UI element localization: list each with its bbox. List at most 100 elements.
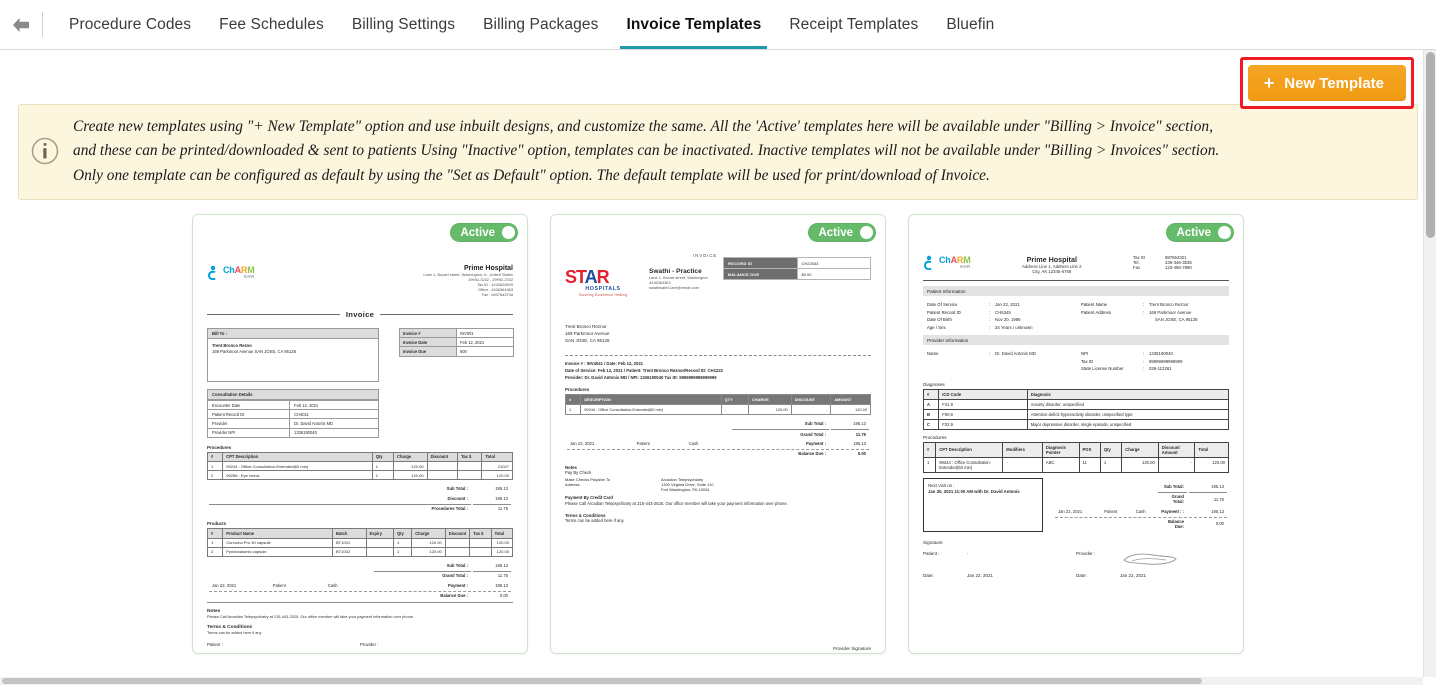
status-toggle-active[interactable]: Active (450, 223, 518, 242)
back-arrow-icon (13, 17, 29, 32)
table-row: 1 99244 : Office Consultation-Extended(6… (206, 461, 513, 472)
template-card[interactable]: Active ChARM EHR (192, 214, 528, 654)
action-bar: + New Template (0, 50, 1436, 109)
total-value: 11.75 (831, 429, 869, 437)
vertical-scrollbar[interactable] (1423, 50, 1436, 677)
info-key: Age / Sex (927, 324, 946, 330)
cell (444, 537, 471, 548)
toggle-knob (502, 226, 515, 239)
address-row: Address 1300 Virginia Drive, Suite 110 F… (565, 482, 871, 492)
products-label: Products (207, 521, 227, 527)
tab-billing-packages[interactable]: Billing Packages (469, 0, 612, 49)
template-card[interactable]: Active INVOICE RECORD ID CH22533 BALANCE … (550, 214, 886, 654)
col-charge: CHARGE (748, 393, 792, 405)
patient-line-2: SAN JOSE, CA 95128 (565, 338, 610, 344)
info-key: Date Of Birth (927, 317, 952, 323)
star-hospitals-logo: STAR HOSPITALS Touching Excellence Heali… (565, 268, 641, 297)
provider-signature-icon (1123, 553, 1177, 565)
products-totals: Sub Total : 195.13 Grand Total :11.75 Jan… (207, 560, 513, 602)
back-button[interactable] (0, 0, 42, 49)
cell: 120.00 (490, 537, 514, 548)
total-key: Balance Due: (1157, 516, 1187, 530)
table-row: RECORD ID CH22533 (723, 256, 871, 270)
info-key: Date Of Service (927, 302, 958, 307)
tab-fee-schedules[interactable]: Fee Schedules (205, 0, 338, 49)
table-row: Provider Dr. David Antonis MD (206, 418, 379, 429)
toggle-knob (860, 226, 873, 239)
col-discount: Discount (444, 528, 471, 539)
cell: 2 (206, 470, 224, 481)
total-value: 11.75 (473, 571, 511, 579)
consultation-header: Consultation Details (207, 389, 379, 400)
total-value: 195.13 (495, 582, 508, 588)
cell (444, 546, 471, 557)
col-description: DESCRIPTION (580, 393, 722, 405)
payment-date: Jan 22, 2021 (1058, 508, 1083, 514)
notes-text: Please Call Arcadian Telepsychiatry at 2… (207, 614, 415, 620)
logo-ch: Ch (939, 254, 951, 265)
col-qty: QTY (720, 393, 750, 405)
payment-method: Cash (1135, 508, 1146, 514)
status-toggle-active[interactable]: Active (808, 223, 876, 242)
table-row: BALANCE DUE $0.00 (723, 268, 871, 281)
info-row: Date Of Service: Jan 22, 2021 (927, 301, 1071, 309)
payment-payer: Patient (636, 440, 650, 446)
procedures-label: Procedures (565, 386, 590, 392)
payment-payer: Patient (272, 582, 286, 588)
info-value: 99999999999999 (1149, 358, 1183, 364)
payment-method: Cash (327, 582, 338, 588)
logo-subtitle: EHR (960, 263, 971, 269)
info-value: SAN JOSE, CA 95128 (1155, 317, 1198, 323)
cell: Pyridoxalumis capsule (222, 546, 333, 557)
tab-bluefin[interactable]: Bluefin (932, 0, 1008, 49)
total-key: Grand Total: (1157, 491, 1187, 505)
cell: 120.00 (1121, 456, 1159, 473)
template-preview-2: INVOICE RECORD ID CH22533 BALANCE DUE $0.0… (551, 247, 885, 647)
tab-receipt-templates[interactable]: Receipt Templates (775, 0, 932, 49)
cell: F32.9 (938, 418, 1028, 430)
org-fax: Fax : e6376a374d (481, 292, 513, 297)
logo-ch: Ch (223, 264, 235, 275)
horizontal-scrollbar-thumb[interactable] (2, 678, 1202, 684)
cell: - (1157, 456, 1196, 473)
template-card[interactable]: Active ChARM EHR (908, 214, 1244, 654)
table-header-row: # CPT Description Modifiers Diagnosis Po… (922, 441, 1229, 458)
tab-billing-settings[interactable]: Billing Settings (338, 0, 469, 49)
banner-text: Create new templates using "+ New Templa… (73, 118, 1219, 184)
new-template-button[interactable]: + New Template (1247, 65, 1406, 101)
invoice-word: INVOICE (693, 253, 718, 258)
address-key: Address (565, 481, 580, 487)
organization-block: Prime Hospital Lane 1, Bocart street, Wa… (423, 265, 513, 297)
procedures-table: # CPT Description Qty Charge Discount Ta… (206, 451, 513, 481)
table-row: 1 Curcuma Pro 30 capsule BT1001 1 120.00… (206, 537, 514, 548)
tab-invoice-templates[interactable]: Invoice Templates (612, 0, 775, 49)
meta-key: Invoice Due (399, 346, 457, 357)
tab-label: Billing Settings (351, 15, 456, 33)
horizontal-scrollbar[interactable] (0, 677, 1423, 685)
tab-label: Procedure Codes (69, 15, 192, 33)
row-value: CH4011 (289, 409, 379, 420)
contact-key: Fax (1133, 265, 1141, 270)
info-row: Age / Sex:34 Years / unknown (927, 324, 1071, 332)
tab-procedure-codes[interactable]: Procedure Codes (55, 0, 205, 49)
signature-row-names: Patient : - Provider : (923, 551, 1229, 567)
status-toggle-active[interactable]: Active (1166, 223, 1234, 242)
cell (469, 546, 492, 557)
cell: 11 (1078, 456, 1101, 473)
cell: Curcuma Pro 30 capsule (222, 537, 333, 548)
vertical-scrollbar-thumb[interactable] (1426, 52, 1435, 238)
col-total: Total (490, 528, 514, 539)
cell (469, 537, 492, 548)
col-qty: Qty (371, 451, 395, 463)
contact-value: 123-456-7890 (1165, 265, 1192, 270)
meta-key: Invoice Date (399, 337, 457, 348)
logo-subtitle: EHR (244, 273, 255, 279)
meta-value: INV001 (456, 327, 514, 339)
total-key: Sub Total: (1163, 483, 1184, 489)
cell: 99244 : Office Consultation-Extended(60 … (222, 461, 373, 472)
total-value: 195.13 (1211, 508, 1224, 514)
cell (365, 546, 394, 557)
signature-header: Signature (923, 540, 943, 546)
cell: 1 (206, 537, 224, 548)
cell: 1 (1099, 456, 1123, 473)
